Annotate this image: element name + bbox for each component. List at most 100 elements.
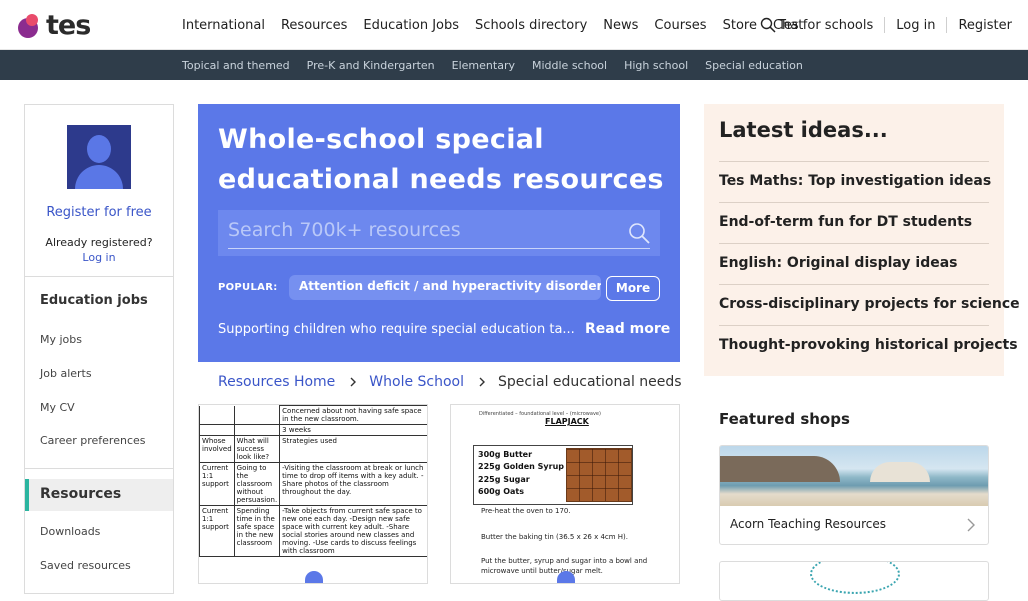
hero-banner: Whole-school special educational needs r…	[198, 104, 680, 362]
latest-ideas-heading: Latest ideas...	[719, 118, 888, 142]
read-more-link[interactable]: Read more	[585, 321, 670, 337]
resource-card[interactable]: Concerned about not having safe space in…	[198, 404, 428, 584]
recipe-step: Pre-heat the oven to 170.	[481, 507, 571, 515]
chevron-right-icon	[967, 518, 975, 532]
nav-courses[interactable]: Courses	[654, 18, 706, 33]
breadcrumb-whole-school[interactable]: Whole School	[369, 374, 464, 390]
sub-nav: Topical and themed Pre-K and Kindergarte…	[182, 50, 820, 80]
recipe-step: Butter the baking tin (36.5 x 26 x 4cm H…	[481, 533, 629, 541]
register-for-free-link[interactable]: Register for free	[25, 205, 173, 220]
breadcrumb: Resources Home Whole School Special educ…	[218, 372, 682, 392]
table-cell: Whose involved	[199, 435, 235, 463]
latest-ideas-panel: Latest ideas... Tes Maths: Top investiga…	[704, 104, 1020, 376]
user-avatar-icon	[67, 125, 131, 189]
idea-label: Thought-provoking historical projects	[719, 337, 1018, 353]
table-cell: Going to the classroom without persuasio…	[233, 462, 281, 506]
subnav-elementary[interactable]: Elementary	[452, 59, 515, 72]
nav-education-jobs[interactable]: Education Jobs	[363, 18, 459, 33]
nav-store[interactable]: Store	[723, 18, 757, 33]
sidebar-login-link[interactable]: Log in	[25, 251, 173, 264]
user-sidebar: Register for free Already registered? Lo…	[24, 104, 174, 594]
table-cell: 3 weeks	[279, 424, 427, 436]
idea-link[interactable]: English: Original display ideas	[719, 243, 989, 284]
main-nav: International Resources Education Jobs S…	[182, 0, 819, 50]
top-navigation-bar: tes International Resources Education Jo…	[0, 0, 1028, 50]
search-icon[interactable]	[760, 17, 776, 33]
chevron-right-icon	[479, 377, 486, 387]
page-title: Whole-school special educational needs r…	[218, 124, 664, 195]
recipe-title: FLAPJACK	[545, 417, 589, 426]
subnav-topical[interactable]: Topical and themed	[182, 59, 290, 72]
idea-label: Tes Maths: Top investigation ideas	[719, 173, 992, 189]
register-link[interactable]: Register	[958, 18, 1012, 33]
divider	[25, 276, 173, 277]
search-icon[interactable]	[628, 222, 650, 244]
popular-tag-chip[interactable]: Attention deficit / and hyperactivity di…	[289, 275, 601, 300]
idea-link[interactable]: Tes Maths: Top investigation ideas	[719, 161, 992, 202]
divider	[25, 468, 173, 469]
recipe-step: microwave until butter/sugar melt.	[481, 567, 603, 575]
resources-heading: Resources	[40, 486, 122, 502]
table-cell: Strategies used	[279, 435, 427, 463]
ingredient: 600g Oats	[478, 487, 524, 496]
idea-link[interactable]: Thought-provoking historical projects	[719, 325, 1018, 366]
breadcrumb-current: Special educational needs	[498, 374, 682, 390]
sidebar-item-resources[interactable]: Resources	[25, 479, 173, 511]
tes-logo-mark-icon	[16, 12, 42, 38]
sidebar-item-downloads[interactable]: Downloads	[40, 525, 100, 538]
table-cell: Current 1:1 support	[199, 462, 235, 506]
subnav-high-school[interactable]: High school	[624, 59, 688, 72]
search-input[interactable]: Search 700k+ resources	[218, 210, 660, 256]
sidebar-item-job-alerts[interactable]: Job alerts	[40, 367, 92, 380]
nav-resources[interactable]: Resources	[281, 18, 347, 33]
featured-shops-heading: Featured shops	[719, 410, 850, 428]
ingredients-box: 300g Butter 225g Golden Syrup 225g Sugar…	[473, 445, 633, 505]
table-cell: Spending time in the safe space in the n…	[233, 505, 281, 557]
author-badge-icon	[305, 571, 323, 583]
sidebar-item-my-cv[interactable]: My CV	[40, 401, 75, 414]
resource-preview-table: Concerned about not having safe space in…	[199, 405, 427, 557]
sidebar-item-my-jobs[interactable]: My jobs	[40, 333, 82, 346]
nav-international[interactable]: International	[182, 18, 265, 33]
shop-card[interactable]	[719, 561, 989, 601]
idea-link[interactable]: Cross-disciplinary projects for science	[719, 284, 1020, 325]
resource-card[interactable]: Differentiated – foundational level – (m…	[450, 404, 680, 584]
nav-news[interactable]: News	[603, 18, 638, 33]
account-nav: Tes for schools Log in Register	[760, 0, 1012, 50]
popular-label: POPULAR:	[218, 282, 278, 293]
recipe-step: Put the butter, syrup and sugar into a b…	[481, 557, 648, 565]
author-badge-icon	[557, 571, 575, 583]
ingredient: 225g Golden Syrup	[478, 462, 564, 471]
search-placeholder: Search 700k+ resources	[228, 219, 461, 241]
subnav-prek[interactable]: Pre-K and Kindergarten	[307, 59, 435, 72]
logo-text: tes	[46, 9, 91, 41]
table-cell: What will success look like?	[233, 435, 281, 463]
education-jobs-heading[interactable]: Education jobs	[40, 293, 148, 308]
sidebar-item-career-preferences[interactable]: Career preferences	[40, 434, 146, 447]
table-cell: -Visiting the classroom at break or lunc…	[279, 462, 427, 506]
login-link[interactable]: Log in	[896, 18, 935, 33]
tes-logo[interactable]: tes	[16, 9, 91, 41]
shop-name: Acorn Teaching Resources	[730, 517, 886, 531]
search-underline	[228, 248, 650, 249]
table-cell: -Take objects from current safe space to…	[279, 505, 427, 557]
breadcrumb-resources-home[interactable]: Resources Home	[218, 374, 335, 390]
tes-for-schools-link[interactable]: Tes for schools	[778, 18, 873, 33]
divider	[884, 17, 886, 33]
nav-schools-directory[interactable]: Schools directory	[475, 18, 587, 33]
divider	[946, 17, 948, 33]
idea-label: End-of-term fun for DT students	[719, 214, 973, 230]
shop-card[interactable]: Acorn Teaching Resources	[719, 445, 989, 545]
subnav-middle-school[interactable]: Middle school	[532, 59, 607, 72]
hero-description: Supporting children who require special …	[218, 322, 575, 337]
table-cell: Concerned about not having safe space in…	[279, 405, 427, 425]
shop-banner-image	[720, 446, 988, 506]
ingredient: 300g Butter	[478, 450, 533, 459]
flapjack-photo	[566, 448, 632, 502]
chevron-right-icon	[350, 377, 357, 387]
sidebar-item-saved-resources[interactable]: Saved resources	[40, 559, 131, 572]
more-button[interactable]: More	[606, 276, 660, 301]
subnav-special-education[interactable]: Special education	[705, 59, 803, 72]
idea-link[interactable]: End-of-term fun for DT students	[719, 202, 989, 243]
idea-label: English: Original display ideas	[719, 255, 958, 271]
